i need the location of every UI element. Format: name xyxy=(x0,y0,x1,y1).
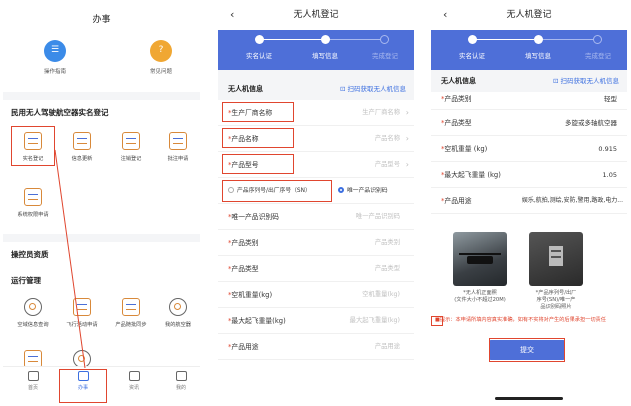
step-dot xyxy=(380,35,389,44)
row-value: 娱乐,航拍,测绘,安防,警用,路政,电力... xyxy=(521,197,623,204)
register-review-screen: ‹ 无人机登记 实名认证 填写信息 完成登记 无人机信息 ⊡ 扫码获取无人机信息… xyxy=(431,0,627,406)
row-value: 0.915 xyxy=(598,145,617,153)
pointer-arrow xyxy=(54,149,86,369)
field-placeholder: 产品用途 xyxy=(374,343,400,350)
step-label: 实名认证 xyxy=(459,52,485,60)
tasks-screen: 办事 ☰ 操作指南 ? 常见问题 民用无人驾驶航空器实名登记 实名登记 信息更新… xyxy=(3,0,200,406)
field-label: 产品用途 xyxy=(231,343,259,351)
category-row: *产品类别 轻型 xyxy=(431,92,627,110)
row-label: 最大起飞重量 (kg) xyxy=(444,171,501,179)
row-value: 1.05 xyxy=(602,171,617,179)
info-list: *产品类别 轻型 *产品类型 多旋或多轴航空器 *空机重量 (kg) 0.915… xyxy=(431,92,627,214)
field-placeholder: 生产厂商名称 xyxy=(362,109,400,116)
row-label: 空机重量 (kg) xyxy=(444,145,488,153)
field-label: 空机重量(kg) xyxy=(231,291,273,299)
drone-front-photo[interactable] xyxy=(453,232,507,286)
step-dot xyxy=(534,35,543,44)
step-label: 实名认证 xyxy=(246,52,272,60)
scan-label: 扫码获取无人机信息 xyxy=(560,77,620,85)
info-header: 无人机信息 ⊡ 扫码获取无人机信息 xyxy=(431,70,627,92)
chevron-right-icon: › xyxy=(405,160,409,169)
scan-label: 扫码获取无人机信息 xyxy=(347,85,407,93)
row-label: 产品类别 xyxy=(444,95,472,103)
field-placeholder: 空机重量(kg) xyxy=(362,291,400,298)
step-label: 完成登记 xyxy=(372,52,398,60)
step-dot xyxy=(593,35,602,44)
field-placeholder: 产品名称 xyxy=(374,135,400,142)
step-label: 完成登记 xyxy=(585,52,611,60)
row-value: 多旋或多轴航空器 xyxy=(565,119,617,127)
chevron-right-icon: › xyxy=(405,108,409,117)
max-weight-field[interactable]: *最大起飞重量(kg) 最大起飞重量(kg) xyxy=(218,308,414,334)
page-title: 无人机登记 xyxy=(293,10,339,20)
highlight-box xyxy=(222,102,294,122)
step-indicator: 实名认证 填写信息 完成登记 xyxy=(431,30,627,70)
type-field[interactable]: *产品类型 产品类型 xyxy=(218,256,414,282)
header: ‹ 无人机登记 xyxy=(431,0,627,30)
scan-icon: ⊡ xyxy=(552,77,559,85)
home-indicator xyxy=(495,397,563,400)
highlight-box xyxy=(222,180,332,202)
highlight-box xyxy=(489,338,565,362)
field-placeholder: 最大起飞重量(kg) xyxy=(349,317,400,324)
register-form-screen: ‹ 无人机登记 实名认证 填写信息 完成登记 无人机信息 ⊡ 扫码获取无人机信息… xyxy=(218,0,414,406)
label-sticker-icon xyxy=(549,246,563,266)
step-dot xyxy=(321,35,330,44)
category-field[interactable]: *产品类别 产品类别 xyxy=(218,230,414,256)
header: ‹ 无人机登记 xyxy=(218,0,414,30)
highlight-box xyxy=(222,154,294,174)
field-placeholder: 产品类别 xyxy=(374,239,400,246)
usage-row: *产品用途 娱乐,航拍,测绘,安防,警用,路政,电力... xyxy=(431,188,627,214)
radio-unique-id-label: 唯一产品识别码 xyxy=(347,188,388,194)
chevron-right-icon: › xyxy=(405,134,409,143)
unique-id-field[interactable]: *唯一产品识别码 唯一产品识别码 xyxy=(218,204,414,230)
field-placeholder: 唯一产品识别码 xyxy=(355,213,400,220)
photo-caption: *无人机正面照 (文件大小不超过20M) xyxy=(454,290,506,303)
field-label: 产品类别 xyxy=(231,239,259,247)
field-placeholder: 产品型号 xyxy=(374,161,400,168)
back-icon[interactable]: ‹ xyxy=(230,0,234,30)
drone-icon xyxy=(459,253,501,264)
max-weight-row: *最大起飞重量 (kg) 1.05 xyxy=(431,162,627,188)
photo-upload-area: *无人机正面照 (文件大小不超过20M) *产品序列号/出厂 序号(SN)/唯一… xyxy=(431,232,627,310)
page-title: 无人机登记 xyxy=(506,10,552,20)
highlight-box xyxy=(431,316,443,326)
step-dot xyxy=(255,35,264,44)
step-label: 填写信息 xyxy=(312,52,338,60)
radio-unique-id[interactable] xyxy=(338,187,344,193)
field-placeholder: 产品类型 xyxy=(374,265,400,272)
declaration-notice: ■提示：本申请所填内容真实准确，如有不实将对产生的后果承担一切责任 xyxy=(435,317,606,323)
row-label: 产品用途 xyxy=(444,197,472,205)
empty-weight-row: *空机重量 (kg) 0.915 xyxy=(431,136,627,162)
serial-number-photo[interactable] xyxy=(529,232,583,286)
back-icon[interactable]: ‹ xyxy=(443,0,447,30)
row-value: 轻型 xyxy=(604,95,617,103)
scan-icon: ⊡ xyxy=(339,85,346,93)
info-header: 无人机信息 ⊡ 扫码获取无人机信息 xyxy=(218,78,414,100)
step-dot xyxy=(468,35,477,44)
photo-caption: *产品序列号/出厂 序号(SN)/唯一产 品识别码照片 xyxy=(535,290,577,310)
field-label: 唯一产品识别码 xyxy=(231,213,279,221)
empty-weight-field[interactable]: *空机重量(kg) 空机重量(kg) xyxy=(218,282,414,308)
usage-field[interactable]: *产品用途 产品用途 xyxy=(218,334,414,360)
field-label: 产品类型 xyxy=(231,265,259,273)
scan-link[interactable]: ⊡ 扫码获取无人机信息 xyxy=(553,70,619,92)
highlight-box xyxy=(222,128,294,148)
info-header-label: 无人机信息 xyxy=(228,85,263,93)
row-label: 产品类型 xyxy=(444,119,472,127)
step-label: 填写信息 xyxy=(525,52,551,60)
type-row: *产品类型 多旋或多轴航空器 xyxy=(431,110,627,136)
step-indicator: 实名认证 填写信息 完成登记 xyxy=(218,30,414,70)
field-label: 最大起飞重量(kg) xyxy=(231,317,286,325)
info-header-label: 无人机信息 xyxy=(441,77,476,85)
scan-link[interactable]: ⊡ 扫码获取无人机信息 xyxy=(340,78,406,100)
